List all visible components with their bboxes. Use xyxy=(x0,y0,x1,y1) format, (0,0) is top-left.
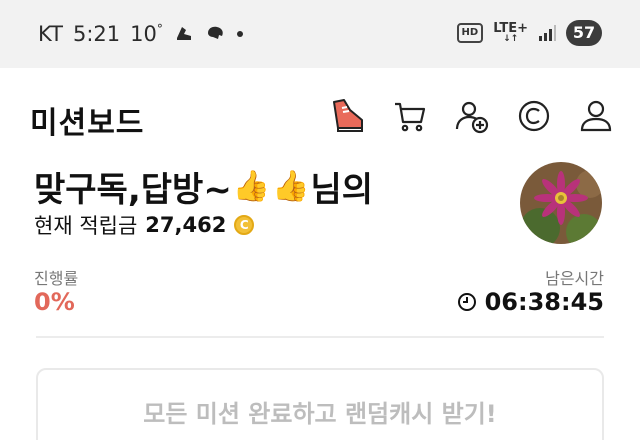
cart-icon[interactable] xyxy=(390,96,430,136)
coin-icon: C xyxy=(234,215,255,235)
complete-all-missions-button[interactable]: 모든 미션 완료하고 랜덤캐시 받기! xyxy=(36,368,604,440)
thumbs-up-icon: 👍 xyxy=(232,169,271,204)
user-name: 맞구독,답방~ 👍 👍 님의 xyxy=(34,162,373,211)
temperature: 10° xyxy=(130,22,163,46)
thumbs-up-icon: 👍 xyxy=(272,169,310,204)
notification-dot-icon xyxy=(236,31,243,37)
user-icon[interactable] xyxy=(576,96,616,136)
status-right: HD LTE+ ↓↑ 57 xyxy=(456,20,602,46)
status-bar: KT 5:21 10° HD LTE+ ↓↑ 57 xyxy=(0,0,640,68)
copyright-icon[interactable] xyxy=(514,96,554,136)
time-remaining-label: 남은시간 xyxy=(545,269,604,288)
hd-voice-icon: HD xyxy=(456,23,484,43)
clock-icon xyxy=(457,293,476,311)
clock: 5:21 xyxy=(72,22,121,46)
page-title: 미션보드 xyxy=(30,106,145,141)
progress-label: 진행률 xyxy=(34,269,79,288)
progress-value: 0% xyxy=(34,288,75,316)
points-label: 현재 적립금 xyxy=(34,214,138,238)
mission-banner-text: 모든 미션 완료하고 랜덤캐시 받기! xyxy=(143,400,497,428)
user-name-suffix: 님의 xyxy=(310,170,374,210)
messenger-icon xyxy=(207,26,223,39)
fitness-shoe-icon xyxy=(176,27,191,40)
user-name-text: 맞구독,답방~ xyxy=(34,170,232,210)
points-value: 27,462 xyxy=(145,213,227,237)
time-remaining: 06:38:45 xyxy=(457,288,604,316)
time-remaining-value: 06:38:45 xyxy=(484,288,604,316)
sneaker-icon[interactable] xyxy=(328,96,368,136)
avatar[interactable] xyxy=(520,162,602,244)
signal-icon xyxy=(539,25,556,41)
header-toolbar xyxy=(328,96,616,136)
battery-icon: 57 xyxy=(566,20,602,46)
carrier-label: KT xyxy=(38,22,63,46)
lte-icon: LTE+ ↓↑ xyxy=(493,20,528,44)
points-balance: 현재 적립금 27,462 C xyxy=(34,210,255,240)
status-left: KT 5:21 10° xyxy=(38,22,243,46)
divider xyxy=(36,336,604,338)
add-user-icon[interactable] xyxy=(452,96,492,136)
